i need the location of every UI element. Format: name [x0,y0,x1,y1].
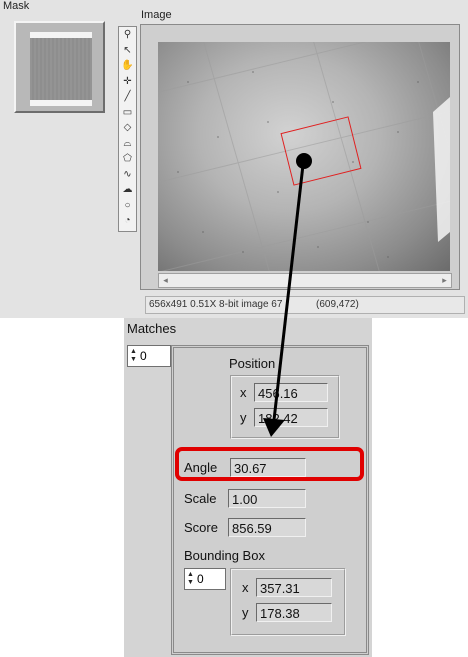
arc-tool-icon[interactable]: ◔ [119,214,136,228]
scale-label: Scale [184,491,217,506]
increment-decrement-icon[interactable]: ▲ ▼ [130,348,137,364]
bounding-box-index-control[interactable]: ▲ ▼ 0 [184,568,226,590]
position-group: x 456.16 y 182.42 [230,375,340,439]
roi-tool-palette: ⚲ ↖ ✋ ✛ ╱ ▭ ◇ ⌓ ⬠ ∿ ☁ ○ ◔ [118,26,137,232]
matches-panel: Matches ▲ ▼ 0 Position x 456.16 y 182.42 … [124,318,372,657]
image-canvas[interactable] [158,42,450,271]
matches-label: Matches [127,321,177,336]
vision-display-panel: Mask Image ⚲ ↖ ✋ ✛ ╱ ▭ ◇ ⌓ ⬠ ∿ ☁ ○ ◔ ◂ ▸… [0,0,468,318]
point-tool-icon[interactable]: ✛ [119,75,136,89]
bounding-box-y-label: y [242,605,249,620]
increment-decrement-icon[interactable]: ▲ ▼ [187,571,194,587]
position-x-field[interactable]: 456.16 [254,383,328,402]
position-x-label: x [240,385,247,400]
annulus-tool-icon[interactable]: ⌓ [119,137,136,151]
match-index-value[interactable]: 0 [140,346,147,366]
freehand-line-tool-icon[interactable]: ∿ [119,168,136,182]
angle-highlight-box [175,447,364,481]
mask-label: Mask [3,0,30,12]
image-info-text: 656x491 0.51X 8-bit image 67 [149,299,283,310]
image-label: Image [141,9,172,21]
cursor-coordinates: (609,472) [316,299,359,310]
line-tool-icon[interactable]: ╱ [119,90,136,104]
bounding-box-y-field[interactable]: 178.38 [256,603,332,622]
freehand-region-tool-icon[interactable]: ☁ [119,183,136,197]
pan-tool-icon[interactable]: ✋ [119,59,136,73]
score-field[interactable]: 856.59 [228,518,306,537]
horizontal-scrollbar[interactable]: ◂ ▸ [158,273,452,288]
position-y-field[interactable]: 182.42 [254,408,328,427]
bounding-box-label: Bounding Box [184,548,265,563]
oval-tool-icon[interactable]: ○ [119,199,136,213]
mask-preview-image [30,32,92,106]
bounding-box-group: x 357.31 y 178.38 [230,568,346,636]
match-result-cluster: Position x 456.16 y 182.42 Angle 30.67 S… [171,345,369,655]
match-index-control[interactable]: ▲ ▼ 0 [127,345,171,367]
rectangle-tool-icon[interactable]: ▭ [119,106,136,120]
scroll-left-icon[interactable]: ◂ [159,274,172,287]
mask-display[interactable] [14,21,105,113]
bounding-box-x-field[interactable]: 357.31 [256,578,332,597]
rotated-rectangle-tool-icon[interactable]: ◇ [119,121,136,135]
position-y-label: y [240,410,247,425]
image-status-bar: 656x491 0.51X 8-bit image 67 (609,472) [145,296,465,314]
bounding-box-index-value[interactable]: 0 [197,569,204,589]
selection-tool-icon[interactable]: ↖ [119,44,136,58]
score-label: Score [184,520,218,535]
scale-field[interactable]: 1.00 [228,489,306,508]
bounding-box-x-label: x [242,580,249,595]
scroll-right-icon[interactable]: ▸ [438,274,451,287]
position-label: Position [229,356,276,371]
image-display[interactable]: ◂ ▸ [140,24,460,290]
polygon-tool-icon[interactable]: ⬠ [119,152,136,166]
zoom-tool-icon[interactable]: ⚲ [119,28,136,42]
